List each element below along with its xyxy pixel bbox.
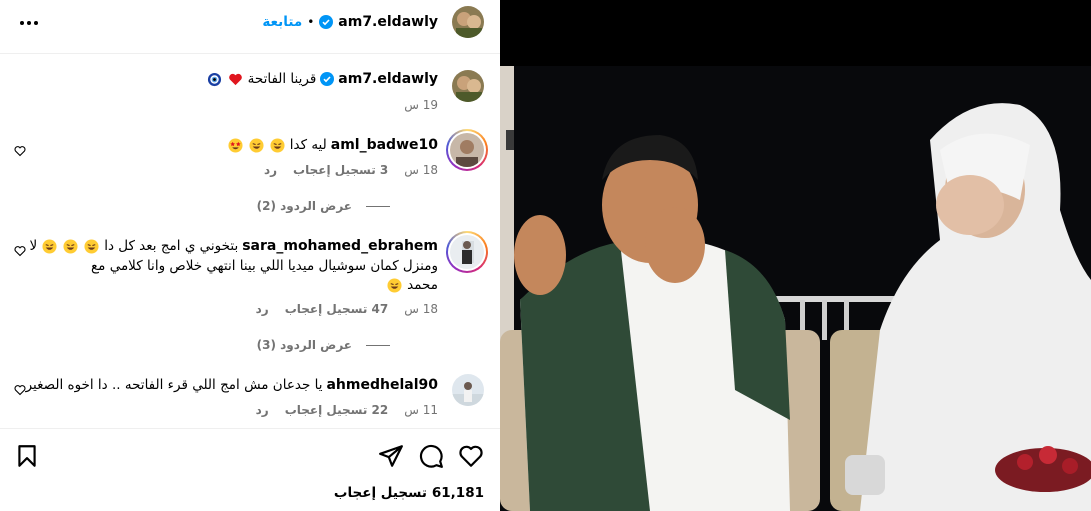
comment-line: aml_badwe10 ليه كدا: [227, 137, 438, 153]
author-username[interactable]: am7.eldawly: [338, 14, 438, 30]
view-replies-button[interactable]: عرض الردود (2): [257, 199, 390, 213]
action-bar: [0, 428, 500, 484]
caption-username[interactable]: am7.eldawly: [338, 71, 438, 87]
caption-meta: 19 س: [404, 98, 438, 112]
laughing-emoji: [249, 137, 264, 153]
divider-line: [366, 205, 390, 207]
likes-count: 61,181: [431, 485, 484, 501]
comment-likes[interactable]: 47 تسجيل إعجاب: [285, 302, 389, 316]
reply-button[interactable]: رد: [256, 403, 269, 417]
divider-line: [366, 344, 390, 346]
comment-avatar[interactable]: [446, 231, 488, 273]
comment-likes[interactable]: 3 تسجيل إعجاب: [293, 163, 388, 177]
comment-line3: محمد: [386, 277, 438, 293]
view-replies-label: عرض الردود (2): [256, 199, 352, 213]
laughing-emoji: [387, 277, 402, 293]
post-header: am7.eldawly • متابعة: [0, 0, 500, 54]
comment-username[interactable]: ahmedhelal90: [326, 377, 438, 393]
laughing-emoji: [42, 238, 57, 254]
bookmark-icon[interactable]: [14, 443, 40, 469]
reply-button[interactable]: رد: [256, 302, 269, 316]
comment-line: sara_mohamed_ebrahem بتخوني ي امج بعد كل…: [29, 238, 438, 254]
caption-time[interactable]: 19 س: [404, 98, 438, 112]
comment-username[interactable]: aml_badwe10: [331, 137, 438, 153]
post-image[interactable]: [500, 0, 1091, 511]
comment-meta: 18 س 3 تسجيل إعجاب رد: [264, 163, 438, 177]
laughing-emoji: [84, 238, 99, 254]
separator-dot: •: [307, 15, 315, 29]
heart-icon[interactable]: [458, 443, 484, 469]
share-icon[interactable]: [378, 443, 404, 469]
verified-badge-icon: [320, 72, 335, 86]
comment-avatar[interactable]: [452, 374, 484, 406]
comment-line: ahmedhelal90 يا جدعان مش امج اللي قرء ال…: [26, 377, 438, 393]
comment-icon[interactable]: [418, 443, 444, 469]
comment-text-tail: لا: [29, 238, 38, 254]
comment-like-icon[interactable]: [14, 145, 26, 157]
caption-avatar[interactable]: [452, 70, 484, 102]
comment-like-icon[interactable]: [14, 384, 26, 396]
star-struck-emoji: [228, 137, 243, 153]
follow-button[interactable]: متابعة: [262, 14, 302, 30]
comment-text: ليه كدا: [289, 137, 327, 153]
red-heart-emoji: [228, 73, 242, 85]
comment-like-icon[interactable]: [14, 245, 26, 257]
post-photo-illustration: [500, 0, 1091, 511]
laughing-emoji: [270, 137, 285, 153]
nazar-amulet-emoji: [207, 72, 221, 86]
view-replies-label: عرض الردود (3): [256, 338, 352, 352]
author-avatar[interactable]: [452, 6, 484, 38]
caption-line: am7.eldawly قرينا الفاتحة: [206, 71, 438, 87]
likes-total[interactable]: 61,181 تسجيل إعجاب: [334, 485, 484, 501]
comment-text-line3: محمد: [407, 277, 438, 293]
verified-badge-icon: [319, 15, 334, 29]
more-horizontal-icon[interactable]: [18, 13, 40, 33]
comment-likes[interactable]: 22 تسجيل إعجاب: [285, 403, 389, 417]
comment-meta: 11 س 22 تسجيل إعجاب رد: [256, 403, 438, 417]
comment-time[interactable]: 18 س: [404, 163, 438, 177]
comment-meta: 18 س 47 تسجيل إعجاب رد: [256, 302, 438, 316]
comment-text: بتخوني ي امج بعد كل دا: [104, 238, 239, 254]
post-detail-panel: am7.eldawly • متابعة am7.eldawly قرينا ا…: [0, 0, 500, 511]
post-author: am7.eldawly • متابعة: [262, 14, 438, 30]
comment-username[interactable]: sara_mohamed_ebrahem: [242, 238, 438, 254]
comment-time[interactable]: 11 س: [404, 403, 438, 417]
comment-text-line2: ومنزل كمان سوشيال ميديا اللي بينا انتهي …: [90, 258, 438, 274]
laughing-emoji: [63, 238, 78, 254]
comment-text: يا جدعان مش امج اللي قرء الفاتحه .. دا ا…: [25, 377, 323, 393]
comment-avatar[interactable]: [446, 129, 488, 171]
comment-time[interactable]: 18 س: [404, 302, 438, 316]
caption-text: قرينا الفاتحة: [247, 71, 317, 87]
reply-button[interactable]: رد: [264, 163, 277, 177]
view-replies-button[interactable]: عرض الردود (3): [257, 338, 390, 352]
likes-label: تسجيل إعجاب: [333, 485, 427, 501]
